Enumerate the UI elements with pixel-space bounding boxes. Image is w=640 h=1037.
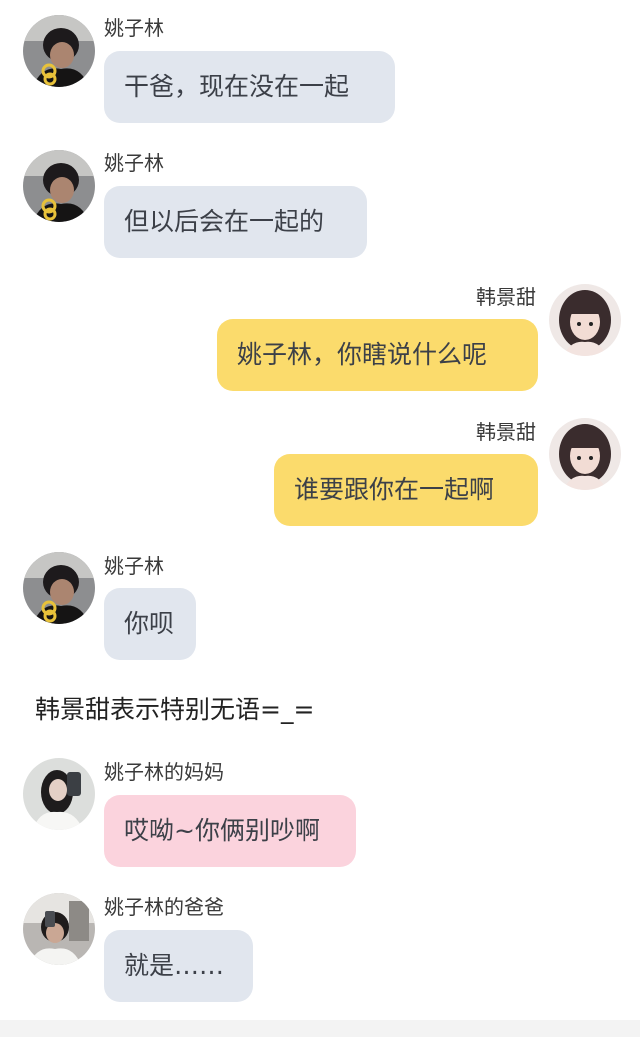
girl-avatar[interactable] [549, 284, 621, 356]
sender-name: 姚子林的妈妈 [104, 760, 224, 784]
mother-avatar[interactable] [23, 758, 95, 830]
sender-name: 姚子林 [104, 16, 164, 40]
system-message: 韩景甜表示特别无语=_= [35, 695, 315, 724]
chat-thread[interactable]: 姚子林 干爸，现在没在一起 姚子林 但以后会在一起的 韩景甜 姚子林，你瞎说什么… [0, 0, 640, 1020]
message-bubble[interactable]: 干爸，现在没在一起 [104, 51, 395, 123]
sender-name: 韩景甜 [476, 420, 536, 444]
sender-name: 姚子林的爸爸 [104, 895, 224, 919]
message-bubble[interactable]: 姚子林，你瞎说什么呢 [217, 319, 538, 391]
message-bubble[interactable]: 哎呦~你俩别吵啊 [104, 795, 356, 867]
sender-name: 姚子林 [104, 151, 164, 175]
message-bubble[interactable]: 但以后会在一起的 [104, 186, 367, 258]
message-bubble[interactable]: 你呗 [104, 588, 196, 660]
sender-name: 姚子林 [104, 554, 164, 578]
sender-name: 韩景甜 [476, 285, 536, 309]
boy-avatar[interactable] [23, 552, 95, 624]
message-bubble[interactable]: 谁要跟你在一起啊 [274, 454, 538, 526]
boy-avatar[interactable] [23, 150, 95, 222]
girl-avatar[interactable] [549, 418, 621, 490]
bottom-bar [0, 1020, 640, 1037]
father-avatar[interactable] [23, 893, 95, 965]
boy-avatar[interactable] [23, 15, 95, 87]
message-bubble[interactable]: 就是…… [104, 930, 253, 1002]
